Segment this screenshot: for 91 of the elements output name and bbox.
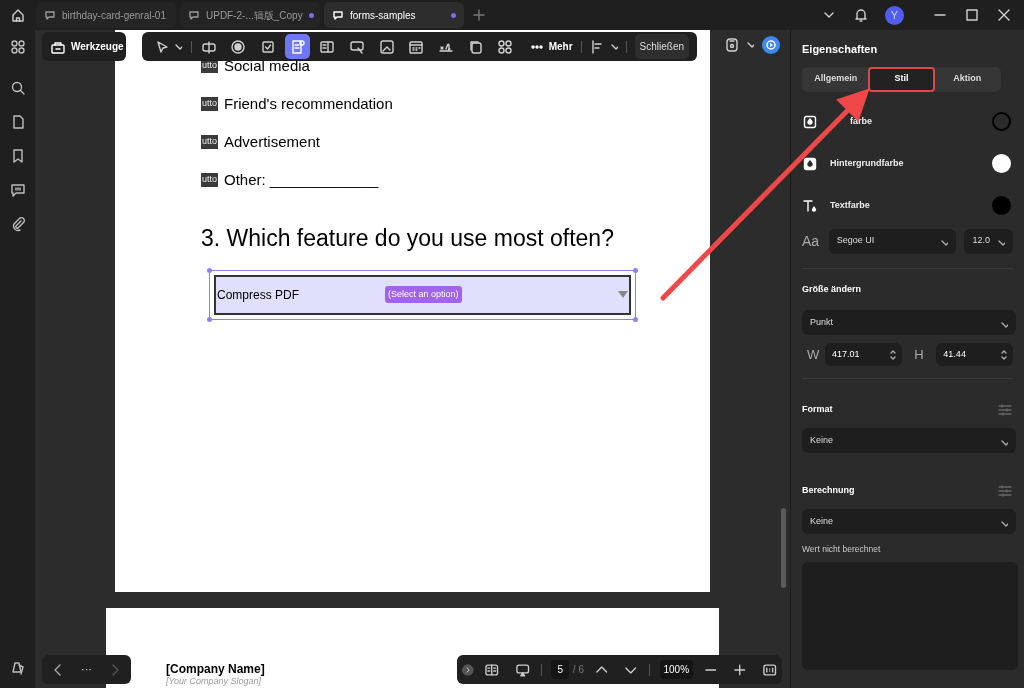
font-size-dropdown[interactable]: 12.0	[964, 228, 1013, 254]
stepper-icon	[999, 348, 1009, 361]
layers-icon[interactable]	[9, 660, 26, 676]
height-field[interactable]: 41.44	[936, 343, 1013, 366]
tab-title: forms-samples	[350, 8, 417, 23]
field-tool-button[interactable]	[285, 34, 311, 59]
comment-icon[interactable]	[9, 182, 26, 198]
font-icon: Aa	[802, 230, 821, 252]
company-name: [Company Name]	[166, 662, 265, 676]
comment-icon	[332, 9, 344, 21]
resize-handle[interactable]	[633, 316, 638, 322]
calculation-dropdown[interactable]: Keine	[802, 509, 1016, 534]
button-field[interactable]: utto	[201, 173, 218, 187]
search-icon[interactable]	[9, 80, 26, 96]
panel-title: Eigenschaften	[802, 42, 879, 57]
close-button[interactable]: Schließen	[634, 34, 690, 59]
zoom-field[interactable]: 100%	[659, 660, 693, 679]
color-label: Textfarbe	[830, 198, 870, 212]
color-label: farbe	[850, 114, 872, 128]
field-type-tag: (Select an option)	[385, 285, 462, 304]
width-label: W	[806, 345, 821, 364]
option-label: Advertisement	[224, 131, 320, 152]
book-view-icon[interactable]	[483, 661, 500, 678]
properties-tab[interactable]: Aktion	[935, 66, 999, 92]
image-icon	[378, 38, 395, 55]
list-box-icon	[289, 38, 306, 55]
sliders-icon[interactable]	[997, 402, 1013, 418]
dropdown-field[interactable]: Compress PDF (Select an option)	[209, 269, 636, 320]
page-total: / 6	[572, 663, 584, 677]
add-tab-icon[interactable]	[472, 8, 486, 22]
button-field[interactable]: utto	[201, 97, 218, 111]
document-tab[interactable]: UPDF-2-...辑版_Copy	[180, 2, 320, 28]
company-slogan: [Your Company Slogan]	[166, 676, 262, 687]
comment-icon	[188, 9, 200, 21]
resize-handle[interactable]	[633, 267, 638, 273]
border-color-icon	[802, 113, 818, 130]
section-title: Berechnung	[802, 484, 855, 498]
tick-square-icon	[260, 38, 277, 55]
fill-color-icon	[802, 155, 818, 172]
tools-button[interactable]: Werkzeuge	[42, 32, 126, 61]
grid-icon	[497, 38, 514, 55]
unit-dropdown[interactable]: Punkt	[802, 310, 1016, 335]
section-title: Größe ändern	[802, 282, 862, 296]
color-swatch[interactable]	[992, 112, 1011, 131]
close-icon[interactable]	[996, 7, 1012, 23]
button-field[interactable]: utto	[201, 135, 218, 149]
properties-tab[interactable]: Allgemein	[804, 66, 868, 92]
section-title: Format	[802, 403, 833, 417]
text-field-icon	[200, 38, 217, 55]
expand-icon[interactable]	[462, 663, 474, 676]
dropdown-value: Compress PDF	[217, 286, 300, 304]
tab-title: UPDF-2-...辑版_Copy	[206, 8, 303, 23]
presentation-icon[interactable]	[515, 661, 531, 678]
document-tab[interactable]: forms-samples	[324, 2, 464, 28]
comment-icon	[44, 9, 56, 21]
resize-handle[interactable]	[207, 316, 212, 322]
document-tab[interactable]: birthday-card-genral-01	[36, 2, 176, 28]
calculation-note: Wert nicht berechnet	[802, 543, 882, 556]
maximize-icon[interactable]	[964, 7, 980, 23]
format-dropdown[interactable]: Keine	[802, 428, 1016, 453]
calendar-icon	[408, 38, 425, 55]
copy-icon	[467, 38, 484, 55]
option-label: Social media	[224, 55, 310, 76]
dropdown-arrow-icon[interactable]	[618, 291, 628, 298]
save-icon[interactable]	[724, 37, 740, 53]
ai-assistant-icon[interactable]	[762, 36, 780, 54]
grid-icon[interactable]	[9, 39, 26, 55]
align-button[interactable]	[589, 38, 618, 55]
dropdown-list-icon	[319, 38, 336, 55]
width-field[interactable]: 417.01	[824, 343, 902, 366]
circle-dot-icon	[230, 38, 247, 55]
properties-tab[interactable]: Stil	[867, 66, 936, 92]
tab-title: birthday-card-genral-01	[62, 8, 167, 23]
text-color-icon	[802, 197, 818, 214]
more-button[interactable]: Mehr	[530, 39, 573, 54]
height-label: H	[913, 345, 925, 364]
sliders-icon[interactable]	[997, 483, 1013, 499]
bell-icon[interactable]	[853, 7, 869, 23]
actual-size-icon[interactable]	[761, 661, 778, 678]
resize-handle[interactable]	[207, 267, 212, 273]
option-label: Friend's recommendation	[224, 93, 393, 114]
option-label: Other: _____________	[224, 169, 379, 190]
color-swatch[interactable]	[992, 196, 1011, 215]
question-heading: 3. Which feature do you use most often?	[201, 224, 615, 253]
scrollbar-thumb[interactable]	[781, 508, 786, 588]
more-menu[interactable]: ···	[81, 661, 92, 678]
home-icon[interactable]	[10, 7, 26, 23]
page-number-field[interactable]: 5	[551, 660, 569, 679]
font-dropdown[interactable]: Segoe UI	[828, 228, 957, 254]
color-label: Hintergrundfarbe	[830, 156, 904, 170]
more-icon	[530, 44, 543, 49]
